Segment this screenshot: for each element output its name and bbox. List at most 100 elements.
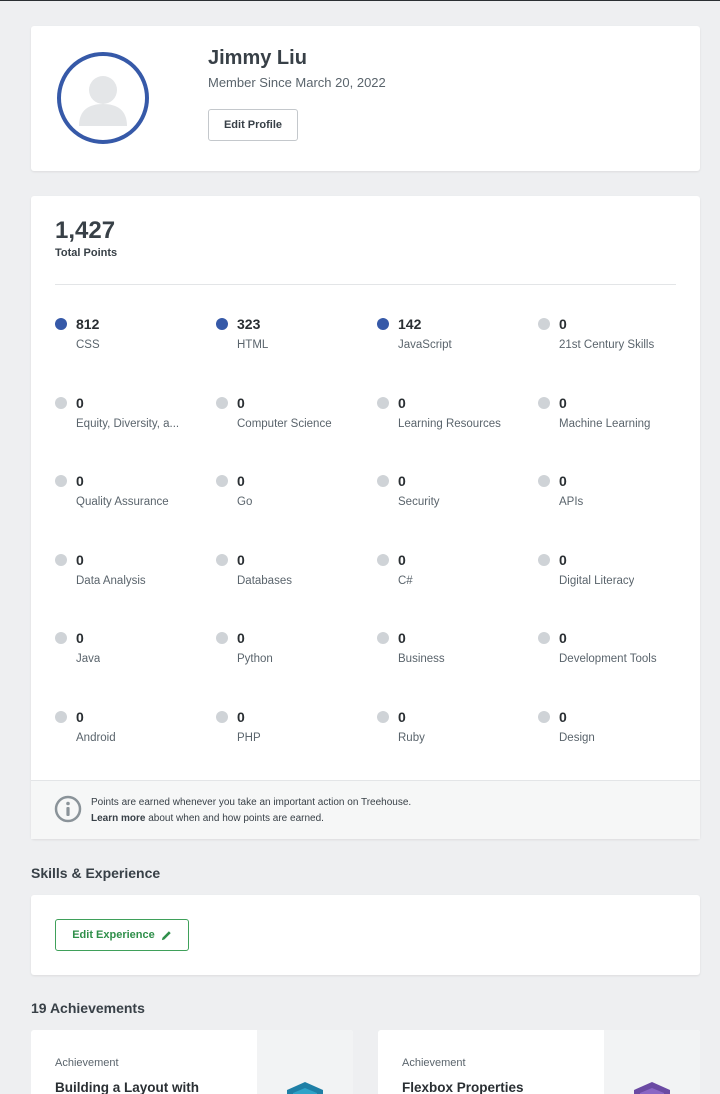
topic-name: Design [559,731,595,744]
topic-points-item: 142 JavaScript [377,316,538,395]
skills-card: Edit Experience [31,895,700,975]
topic-points-value: 0 [559,473,567,490]
member-since: Member Since March 20, 2022 [208,75,386,90]
topic-color-dot-icon [55,632,67,645]
info-icon [54,795,82,823]
topic-color-dot-icon [216,710,228,723]
achievement-badge-icon [634,1082,670,1094]
topic-name: Equity, Diversity, a... [76,417,180,430]
topic-points-value: 0 [76,394,84,411]
profile-name: Jimmy Liu [208,47,307,69]
topic-points-value: 0 [76,551,84,568]
user-silhouette-icon [79,76,127,126]
topic-name: PHP [237,731,261,744]
topic-name: C# [398,574,413,587]
topic-color-dot-icon [55,553,67,566]
edit-experience-button[interactable]: Edit Experience [55,919,189,951]
topic-points-item: 0 Security [377,473,538,552]
topic-points-item: 0 Learning Resources [377,395,538,474]
topic-name: Business [398,653,445,666]
topic-color-dot-icon [377,396,389,409]
topic-points-item: 0 21st Century Skills [538,316,699,395]
topic-points-value: 0 [559,394,567,411]
topic-points-item: 0 Data Analysis [55,552,216,631]
topic-color-dot-icon [538,710,550,723]
topic-name: Go [237,496,253,509]
topic-points-value: 0 [559,551,567,568]
achievement-title: Building a Layout with [55,1080,199,1094]
topic-points-item: 0 Equity, Diversity, a... [55,395,216,474]
topic-color-dot-icon [55,710,67,723]
topic-color-dot-icon [216,553,228,566]
topic-color-dot-icon [55,475,67,488]
achievement-label: Achievement [55,1057,119,1069]
topic-points-value: 0 [237,551,245,568]
topic-points-value: 0 [398,551,406,568]
topic-name: Databases [237,574,292,587]
edit-profile-button[interactable]: Edit Profile [208,109,298,141]
topic-points-value: 0 [559,316,567,332]
topic-points-item: 0 PHP [216,709,377,788]
topic-points-item: 0 Quality Assurance [55,473,216,552]
topic-color-dot-icon [538,475,550,488]
topic-color-dot-icon [538,318,550,330]
points-divider [55,284,676,285]
topic-name: Quality Assurance [76,496,169,509]
skills-section-title: Skills & Experience [31,865,161,881]
topic-points-value: 0 [76,630,84,647]
points-card: 1,427 Total Points 812 CSS 323 HTML 142 JavaS… [31,196,700,839]
topic-name: HTML [237,339,269,351]
topic-points-value: 142 [398,316,422,332]
topic-name: Machine Learning [559,417,651,430]
topic-points-item: 0 Business [377,630,538,709]
topic-points-item: 323 HTML [216,316,377,395]
topic-points-value: 0 [559,708,567,725]
points-note-rest: about when and how points are earned. [145,813,324,824]
topic-name: Security [398,496,440,509]
points-note-text-2: Learn more about when and how points are… [91,813,324,824]
edit-experience-label: Edit Experience [72,929,155,941]
topic-color-dot-icon [377,553,389,566]
achievement-title: Flexbox Properties [402,1080,524,1094]
topic-color-dot-icon [538,632,550,645]
pencil-icon [161,930,171,940]
topic-points-value: 0 [398,394,406,411]
topic-points-item: 812 CSS [55,316,216,395]
topic-name: Python [237,653,273,666]
topic-points-item: 0 C# [377,552,538,631]
topic-name: APIs [559,496,584,509]
topic-color-dot-icon [377,318,389,330]
achievement-badge-area [604,1030,700,1094]
topic-points-value: 0 [398,630,406,647]
profile-card: Jimmy Liu Member Since March 20, 2022 Ed… [31,26,700,171]
achievement-card[interactable]: Achievement Flexbox Properties [378,1030,700,1094]
topic-name: Java [76,653,101,666]
topic-points-value: 0 [76,708,84,725]
topic-color-dot-icon [377,632,389,645]
topic-points-item: 0 Computer Science [216,395,377,474]
topic-color-dot-icon [377,710,389,723]
topic-points-value: 0 [76,473,84,490]
topic-name: 21st Century Skills [559,339,655,351]
topic-color-dot-icon [216,632,228,645]
topic-points-item: 0 Ruby [377,709,538,788]
achievements-section-title: 19 Achievements [31,1000,145,1016]
topic-color-dot-icon [216,318,228,330]
topic-name: Computer Science [237,417,332,430]
avatar[interactable] [57,52,149,144]
topic-color-dot-icon [216,475,228,488]
topic-color-dot-icon [377,475,389,488]
topic-points-item: 0 Android [55,709,216,788]
topic-points-value: 812 [76,316,100,332]
topic-points-item: 0 Java [55,630,216,709]
topic-name: Digital Literacy [559,574,635,587]
topic-points-item: 0 Machine Learning [538,395,699,474]
topic-name: Development Tools [559,653,657,666]
topic-points-value: 323 [237,316,261,332]
topic-points-value: 0 [237,708,245,725]
topic-points-item: 0 Development Tools [538,630,699,709]
achievement-card[interactable]: Achievement Building a Layout with [31,1030,353,1094]
topic-points-value: 0 [237,630,245,647]
learn-more-link[interactable]: Learn more [91,813,145,824]
topic-color-dot-icon [55,396,67,409]
